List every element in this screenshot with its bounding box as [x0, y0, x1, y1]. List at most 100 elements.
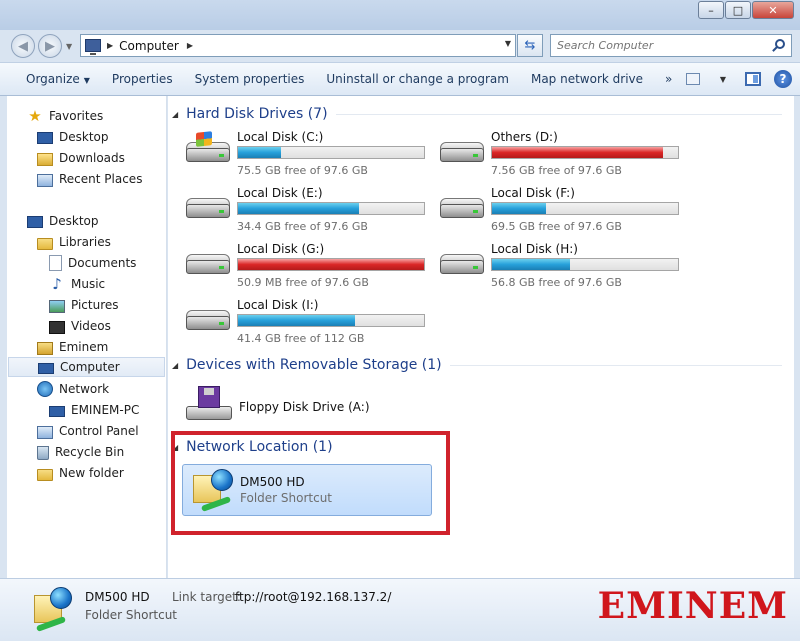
sidebar-item-desktop[interactable]: Desktop: [27, 211, 99, 231]
organize-button[interactable]: Organize ▼: [18, 72, 98, 86]
sidebar-item-recycle-bin[interactable]: Recycle Bin: [37, 442, 124, 462]
network-folder-icon: [30, 585, 72, 632]
sidebar-item-label: Favorites: [49, 109, 104, 123]
highlight-annotation: [171, 431, 450, 535]
drive-usage-bar: [491, 202, 679, 215]
arrow-right-icon: ▶: [45, 38, 55, 54]
sidebar-item-downloads[interactable]: Downloads: [37, 148, 125, 168]
drive-free-space: 7.56 GB free of 97.6 GB: [491, 164, 622, 177]
system-properties-button[interactable]: System properties: [187, 72, 313, 86]
drive-item[interactable]: Others (D:) 7.56 GB free of 97.6 GB: [438, 128, 688, 177]
drive-item[interactable]: Local Disk (F:) 69.5 GB free of 97.6 GB: [438, 184, 688, 233]
properties-button[interactable]: Properties: [104, 72, 181, 86]
sidebar-item-music[interactable]: ♪ Music: [49, 274, 105, 294]
chevron-down-icon: ▼: [83, 76, 90, 85]
drive-free-space: 34.4 GB free of 97.6 GB: [237, 220, 368, 233]
forward-button[interactable]: ▶: [38, 34, 62, 58]
sidebar-item-favorites[interactable]: ★ Favorites: [27, 106, 103, 126]
maximize-button[interactable]: □: [725, 1, 751, 19]
drive-usage-fill: [492, 259, 571, 270]
sidebar-item-label: Desktop: [59, 130, 109, 144]
drive-free-space: 69.5 GB free of 97.6 GB: [491, 220, 622, 233]
recent-pages-dropdown[interactable]: ▼: [66, 42, 72, 51]
sidebar-item-desktop-favorite[interactable]: Desktop: [37, 127, 109, 147]
command-bar: Organize ▼ Properties System properties U…: [0, 62, 800, 96]
pictures-icon: [49, 299, 65, 313]
recycle-bin-icon: [37, 445, 49, 460]
refresh-icon: ⇆: [524, 38, 536, 53]
sidebar-item-label: Eminem: [59, 340, 109, 354]
sidebar-item-label: Recycle Bin: [55, 445, 125, 459]
chevron-down-icon: ▼: [719, 74, 727, 84]
preview-pane-button[interactable]: [744, 70, 762, 88]
address-row: ◀ ▶ ▼ ▶ Computer ▶ ▼ ⇆: [0, 30, 800, 62]
drive-item[interactable]: Local Disk (G:) 50.9 MB free of 97.6 GB: [184, 240, 434, 289]
downloads-folder-icon: [37, 152, 53, 166]
computer-icon: [38, 362, 54, 374]
address-bar[interactable]: ▶ Computer ▶ ▼: [80, 34, 516, 57]
search-input[interactable]: [557, 39, 757, 52]
sidebar-item-recent-places[interactable]: Recent Places: [37, 169, 142, 189]
recent-places-icon: [37, 173, 53, 187]
sidebar-item-label: Downloads: [59, 151, 125, 165]
drive-usage-bar: [491, 146, 679, 159]
drive-usage-fill: [492, 203, 546, 214]
search-icon[interactable]: [775, 39, 785, 49]
drive-name: Local Disk (I:): [237, 298, 319, 312]
breadcrumb-arrow-icon[interactable]: ▶: [107, 41, 113, 50]
sidebar-item-libraries[interactable]: Libraries: [37, 232, 111, 252]
sidebar-item-network[interactable]: Network: [37, 379, 109, 399]
drive-item[interactable]: Local Disk (I:) 41.4 GB free of 112 GB: [184, 296, 434, 345]
documents-icon: [49, 255, 62, 271]
group-header-hard-disk-drives[interactable]: ◢ Hard Disk Drives (7): [172, 106, 782, 122]
sidebar-item-eminem-pc[interactable]: EMINEM-PC: [49, 400, 139, 420]
drive-name: Others (D:): [491, 130, 558, 144]
map-network-drive-button[interactable]: Map network drive: [523, 72, 651, 86]
organize-label: Organize: [26, 72, 80, 86]
network-globe-icon: [37, 381, 53, 397]
floppy-drive-item[interactable]: Floppy Disk Drive (A:): [184, 384, 464, 428]
hard-drive-icon: [438, 140, 484, 164]
drive-item[interactable]: Local Disk (H:) 56.8 GB free of 97.6 GB: [438, 240, 688, 289]
minimize-button[interactable]: –: [698, 1, 724, 19]
sidebar-item-documents[interactable]: Documents: [49, 253, 136, 273]
floppy-drive-icon: [184, 384, 234, 424]
sidebar-item-control-panel[interactable]: Control Panel: [37, 421, 139, 441]
uninstall-button[interactable]: Uninstall or change a program: [318, 72, 517, 86]
search-box[interactable]: [550, 34, 792, 57]
sidebar-item-computer[interactable]: Computer: [8, 357, 165, 377]
breadcrumb-arrow-icon[interactable]: ▶: [187, 41, 193, 50]
sidebar-item-label: EMINEM-PC: [71, 403, 140, 417]
breadcrumb-computer[interactable]: Computer: [119, 39, 179, 53]
sidebar-item-videos[interactable]: Videos: [49, 316, 111, 336]
sidebar-item-user[interactable]: Eminem: [37, 337, 108, 357]
drive-usage-fill: [238, 147, 281, 158]
close-button[interactable]: ✕: [752, 1, 794, 19]
group-header-removable-storage[interactable]: ◢ Devices with Removable Storage (1): [172, 357, 782, 373]
sidebar-item-label: Network: [59, 382, 110, 396]
sidebar-item-label: Control Panel: [59, 424, 139, 438]
back-button[interactable]: ◀: [11, 34, 35, 58]
change-view-button[interactable]: [684, 70, 702, 88]
drive-item[interactable]: Local Disk (E:) 34.4 GB free of 97.6 GB: [184, 184, 434, 233]
help-button[interactable]: ?: [774, 70, 792, 88]
details-link-label: Link target:: [172, 590, 241, 604]
view-dropdown-button[interactable]: ▼: [714, 70, 732, 88]
details-pane: DM500 HD Folder Shortcut Link target: ft…: [0, 578, 800, 641]
drive-usage-bar: [491, 258, 679, 271]
desktop-icon: [27, 216, 43, 228]
sidebar-item-label: Libraries: [59, 235, 111, 249]
sidebar-item-new-folder[interactable]: New folder: [37, 463, 124, 483]
drive-name: Local Disk (G:): [237, 242, 325, 256]
sidebar-item-pictures[interactable]: Pictures: [49, 295, 119, 315]
group-title: Devices with Removable Storage (1): [186, 357, 442, 373]
drive-item[interactable]: Local Disk (C:) 75.5 GB free of 97.6 GB: [184, 128, 434, 177]
details-type: Folder Shortcut: [85, 608, 178, 622]
drive-usage-bar: [237, 314, 425, 327]
group-title: Hard Disk Drives (7): [186, 106, 328, 122]
refresh-button[interactable]: ⇆: [517, 34, 543, 57]
details-name: DM500 HD: [85, 590, 150, 604]
hard-drive-icon: [184, 308, 230, 332]
address-dropdown-icon[interactable]: ▼: [505, 39, 511, 48]
computer-icon: [85, 39, 101, 55]
